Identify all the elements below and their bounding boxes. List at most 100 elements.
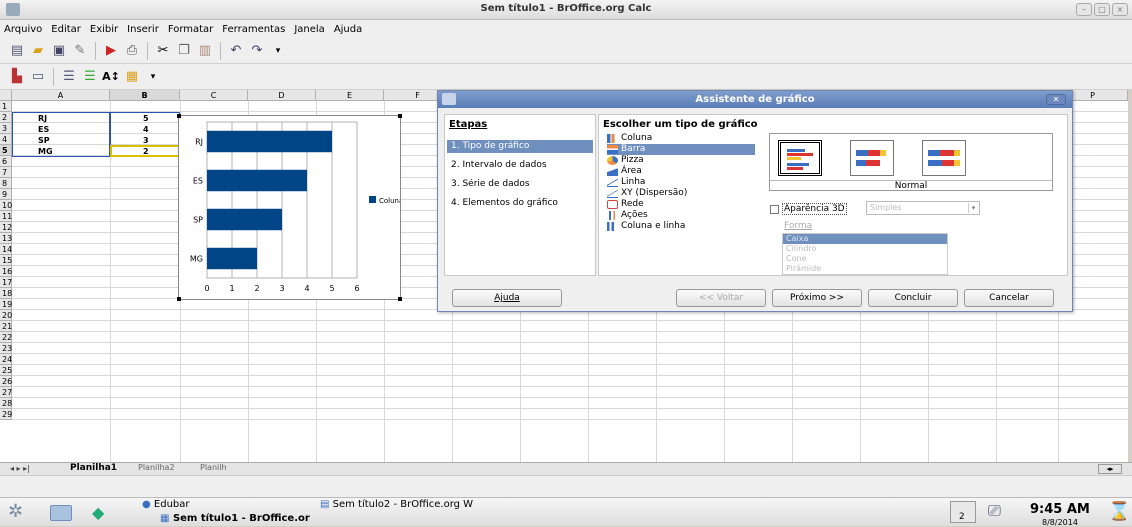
redo-icon[interactable]: ↷: [248, 42, 266, 60]
back-button[interactable]: << Voltar: [676, 289, 766, 307]
workspace-pager[interactable]: 2: [950, 501, 976, 523]
resize-handle[interactable]: [398, 114, 402, 118]
menu-arquivo[interactable]: Arquivo: [4, 24, 42, 35]
row-header[interactable]: 14: [0, 244, 12, 255]
row-header[interactable]: 24: [0, 354, 12, 365]
column-header-d[interactable]: D: [248, 90, 316, 101]
copy-icon[interactable]: ❐: [175, 42, 193, 60]
row-header[interactable]: 26: [0, 376, 12, 387]
chart-type-icon[interactable]: ▙: [8, 68, 26, 86]
network-icon[interactable]: ⎚: [988, 501, 1001, 521]
desktop-icon[interactable]: [50, 505, 72, 521]
row-header[interactable]: 29: [0, 409, 12, 420]
row-header[interactable]: 12: [0, 222, 12, 233]
task-writer[interactable]: ▤ Sem título2 - BrOffice.org W: [320, 499, 473, 510]
row-header[interactable]: 4: [0, 134, 12, 145]
edit-file-icon[interactable]: ✎: [71, 42, 89, 60]
row-header[interactable]: 17: [0, 277, 12, 288]
help-button[interactable]: Ajuda: [452, 289, 562, 307]
chart-type-pie[interactable]: Pizza: [607, 155, 755, 166]
menu-inserir[interactable]: Inserir: [127, 24, 159, 35]
trash-icon[interactable]: ⌛: [1108, 501, 1130, 522]
finish-button[interactable]: Concluir: [868, 289, 958, 307]
dialog-close-icon[interactable]: ✕: [1046, 94, 1066, 105]
tray-app-icon[interactable]: ◆: [92, 503, 104, 522]
variant-normal[interactable]: [778, 140, 822, 176]
chart-type-net[interactable]: Rede: [607, 199, 755, 210]
chart-type-line[interactable]: Linha: [607, 177, 755, 188]
toolbar-more-icon[interactable]: ▾: [144, 68, 162, 86]
chart-type-stock[interactable]: Ações: [607, 210, 755, 221]
shape-item[interactable]: Caixa: [783, 234, 947, 244]
shape-item[interactable]: Cilindro: [783, 244, 947, 254]
maximize-icon[interactable]: □: [1094, 3, 1110, 16]
row-header[interactable]: 2: [0, 112, 12, 123]
row-header[interactable]: 25: [0, 365, 12, 376]
corner-cell[interactable]: [0, 90, 12, 101]
print-icon[interactable]: ⎙: [123, 42, 141, 60]
row-header[interactable]: 27: [0, 387, 12, 398]
menu-janela[interactable]: Janela: [294, 24, 324, 35]
step-data-series[interactable]: 3. Série de dados: [447, 178, 593, 191]
tab-nav-arrows-icon[interactable]: ◂ ▸ ▸|: [10, 464, 30, 473]
tab-planilha2[interactable]: Planilha2: [138, 463, 175, 472]
row-header[interactable]: 20: [0, 310, 12, 321]
resize-handle[interactable]: [398, 297, 402, 301]
row-header[interactable]: 9: [0, 189, 12, 200]
menu-exibir[interactable]: Exibir: [90, 24, 118, 35]
horizontal-scroll-arrows-icon[interactable]: ◂▸: [1098, 464, 1122, 474]
tab-planilha3[interactable]: Planilh: [200, 463, 227, 472]
chart-type-column-line[interactable]: Coluna e linha: [607, 221, 755, 232]
row-header[interactable]: 22: [0, 332, 12, 343]
row-header[interactable]: 5: [0, 145, 12, 156]
column-header-e[interactable]: E: [316, 90, 384, 101]
shape-item[interactable]: Pirâmide: [783, 264, 947, 274]
chart-type-xy[interactable]: XY (Dispersão): [607, 188, 755, 199]
open-folder-icon[interactable]: ▰: [29, 42, 47, 60]
cut-icon[interactable]: ✂: [154, 42, 172, 60]
next-button[interactable]: Próximo >>: [772, 289, 862, 307]
menu-formatar[interactable]: Formatar: [168, 24, 213, 35]
resize-handle[interactable]: [177, 114, 181, 118]
tab-planilha1[interactable]: Planilha1: [70, 463, 117, 473]
row-header[interactable]: 1: [0, 101, 12, 112]
row-header[interactable]: 16: [0, 266, 12, 277]
row-header[interactable]: 18: [0, 288, 12, 299]
grid-icon[interactable]: ☰: [60, 68, 78, 86]
row-header[interactable]: 28: [0, 398, 12, 409]
resize-handle[interactable]: [177, 297, 181, 301]
row-header[interactable]: 13: [0, 233, 12, 244]
chart-type-column[interactable]: Coluna: [607, 133, 755, 144]
legend-icon[interactable]: ☰: [81, 68, 99, 86]
cancel-button[interactable]: Cancelar: [964, 289, 1054, 307]
shape-item[interactable]: Cone: [783, 254, 947, 264]
shape-list[interactable]: Caixa Cilindro Cone Pirâmide: [782, 233, 948, 275]
row-header[interactable]: 10: [0, 200, 12, 211]
checkbox-3d[interactable]: [770, 204, 779, 214]
embedded-chart[interactable]: 0 1 2 3 4 5 6 RJ ES SP MG Coluna B: [177, 114, 411, 301]
task-edubar[interactable]: ● Edubar: [142, 499, 190, 510]
new-document-icon[interactable]: ▤: [8, 42, 26, 60]
menu-ferramentas[interactable]: Ferramentas: [222, 24, 285, 35]
row-header[interactable]: 11: [0, 211, 12, 222]
row-header[interactable]: 8: [0, 178, 12, 189]
variant-percent-stacked[interactable]: [922, 140, 966, 176]
chevron-down-icon[interactable]: ▾: [968, 203, 978, 213]
row-header[interactable]: 21: [0, 321, 12, 332]
checkbox-3d-label[interactable]: Aparência 3D: [782, 203, 847, 215]
task-calc[interactable]: ▦ Sem título1 - BrOffice.or: [160, 513, 310, 524]
row-header[interactable]: 7: [0, 167, 12, 178]
save-icon[interactable]: ▣: [50, 42, 68, 60]
toolbar-more-icon[interactable]: ▾: [269, 42, 287, 60]
paste-icon[interactable]: ▥: [196, 42, 214, 60]
column-header-c[interactable]: C: [180, 90, 248, 101]
chart-type-list[interactable]: Coluna Barra Pizza Área Linha XY (Disper…: [607, 133, 755, 275]
row-header[interactable]: 15: [0, 255, 12, 266]
menu-editar[interactable]: Editar: [51, 24, 81, 35]
step-chart-type[interactable]: 1. Tipo de gráfico: [447, 140, 593, 153]
chart-type-area[interactable]: Área: [607, 166, 755, 177]
chart-wall-icon[interactable]: ▭: [29, 68, 47, 86]
row-header[interactable]: 23: [0, 343, 12, 354]
chart-type-bar[interactable]: Barra: [607, 144, 755, 155]
scheme-select[interactable]: Simples ▾: [866, 201, 980, 215]
